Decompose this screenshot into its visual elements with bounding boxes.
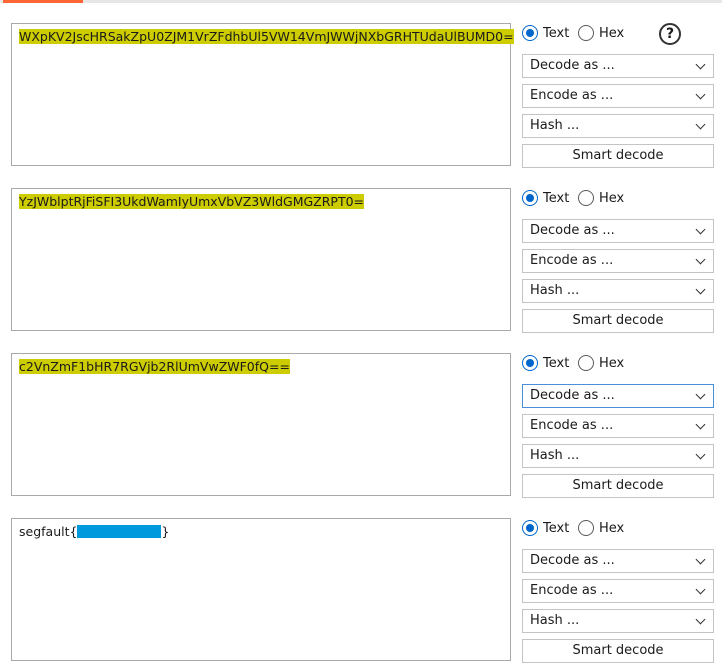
chevron-down-icon (695, 554, 706, 565)
decoder-panel-1: WXpKV2JscHRSakZpU0ZJM1VrZFdhbUl5VW14VmJW… (0, 0, 722, 168)
text-radio-label-4: Text (543, 521, 570, 536)
decoded-flag-suffix: } (161, 524, 170, 539)
decoder-content-3: c2VnZmF1bHR7RGVjb2RlUmVwZWF0fQ== (19, 359, 290, 374)
chevron-down-icon (695, 119, 706, 130)
format-radio-group-4: Text Hex (522, 520, 714, 540)
text-radio-2[interactable] (522, 190, 538, 206)
hex-radio-2[interactable] (578, 190, 594, 206)
text-radio-3[interactable] (522, 355, 538, 371)
hash-label-2: Hash ... (530, 283, 580, 298)
hex-radio-label-2: Hex (599, 191, 625, 206)
text-radio-label-3: Text (543, 356, 570, 371)
hash-select-1[interactable]: Hash ... (522, 114, 714, 138)
encode-as-select-1[interactable]: Encode as ... (522, 84, 714, 108)
hex-radio-label-4: Hex (599, 521, 625, 536)
chevron-down-icon (695, 59, 706, 70)
decoder-content-1: WXpKV2JscHRSakZpU0ZJM1VrZFdhbUl5VW14VmJW… (19, 29, 514, 44)
hash-select-4[interactable]: Hash ... (522, 609, 714, 633)
chevron-down-icon (695, 584, 706, 595)
decoder-panel-4: segfault{} Text Hex Decode as ... Encode… (0, 495, 722, 663)
chevron-down-icon (695, 254, 706, 265)
chevron-down-icon (695, 419, 706, 430)
decode-as-select-1[interactable]: Decode as ... (522, 54, 714, 78)
smart-decode-button-4[interactable]: Smart decode (522, 639, 714, 663)
decode-as-label-1: Decode as ... (530, 58, 615, 73)
chevron-down-icon (695, 89, 706, 100)
encode-as-select-3[interactable]: Encode as ... (522, 414, 714, 438)
hex-radio-label-3: Hex (599, 356, 625, 371)
hash-label-3: Hash ... (530, 448, 580, 463)
chevron-down-icon (695, 284, 706, 295)
hash-select-3[interactable]: Hash ... (522, 444, 714, 468)
encode-as-select-4[interactable]: Encode as ... (522, 579, 714, 603)
decoder-content-4: segfault{} (19, 524, 169, 539)
text-radio-1[interactable] (522, 25, 538, 41)
decoder-input-2[interactable]: YzJWblptRjFiSFI3UkdWamIyUmxVbVZ3WldGMGZR… (11, 188, 511, 331)
hash-label-1: Hash ... (530, 118, 580, 133)
help-icon[interactable]: ? (659, 23, 681, 45)
decode-as-label-4: Decode as ... (530, 553, 615, 568)
encode-as-label-2: Encode as ... (530, 253, 614, 268)
hash-select-2[interactable]: Hash ... (522, 279, 714, 303)
encode-as-label-4: Encode as ... (530, 583, 614, 598)
chevron-down-icon (695, 224, 706, 235)
decode-as-select-2[interactable]: Decode as ... (522, 219, 714, 243)
encode-as-label-3: Encode as ... (530, 418, 614, 433)
decode-as-select-4[interactable]: Decode as ... (522, 549, 714, 573)
decode-as-label-3: Decode as ... (530, 388, 615, 403)
hex-radio-3[interactable] (578, 355, 594, 371)
text-radio-label-1: Text (543, 26, 570, 41)
redaction-bar (77, 525, 162, 538)
decoder-input-3[interactable]: c2VnZmF1bHR7RGVjb2RlUmVwZWF0fQ== (11, 353, 511, 496)
format-radio-group-3: Text Hex (522, 355, 714, 375)
encode-as-label-1: Encode as ... (530, 88, 614, 103)
decoder-content-2: YzJWblptRjFiSFI3UkdWamIyUmxVbVZ3WldGMGZR… (19, 194, 365, 209)
chevron-down-icon (695, 389, 706, 400)
chevron-down-icon (695, 449, 706, 460)
hex-radio-label-1: Hex (599, 26, 625, 41)
decoder-panel-3: c2VnZmF1bHR7RGVjb2RlUmVwZWF0fQ== Text He… (0, 330, 722, 498)
decode-as-label-2: Decode as ... (530, 223, 615, 238)
decoder-input-4[interactable]: segfault{} (11, 518, 511, 661)
decoder-input-1[interactable]: WXpKV2JscHRSakZpU0ZJM1VrZFdhbUl5VW14VmJW… (11, 23, 514, 166)
text-radio-label-2: Text (543, 191, 570, 206)
format-radio-group-1: Text Hex ? (522, 23, 714, 45)
hex-radio-4[interactable] (578, 520, 594, 536)
text-radio-4[interactable] (522, 520, 538, 536)
hex-radio-1[interactable] (578, 25, 594, 41)
format-radio-group-2: Text Hex (522, 190, 714, 210)
hash-label-4: Hash ... (530, 613, 580, 628)
chevron-down-icon (695, 614, 706, 625)
decoded-flag-prefix: segfault{ (19, 524, 78, 539)
encode-as-select-2[interactable]: Encode as ... (522, 249, 714, 273)
decoder-panel-2: YzJWblptRjFiSFI3UkdWamIyUmxVbVZ3WldGMGZR… (0, 165, 722, 333)
decode-as-select-3[interactable]: Decode as ... (522, 384, 714, 408)
